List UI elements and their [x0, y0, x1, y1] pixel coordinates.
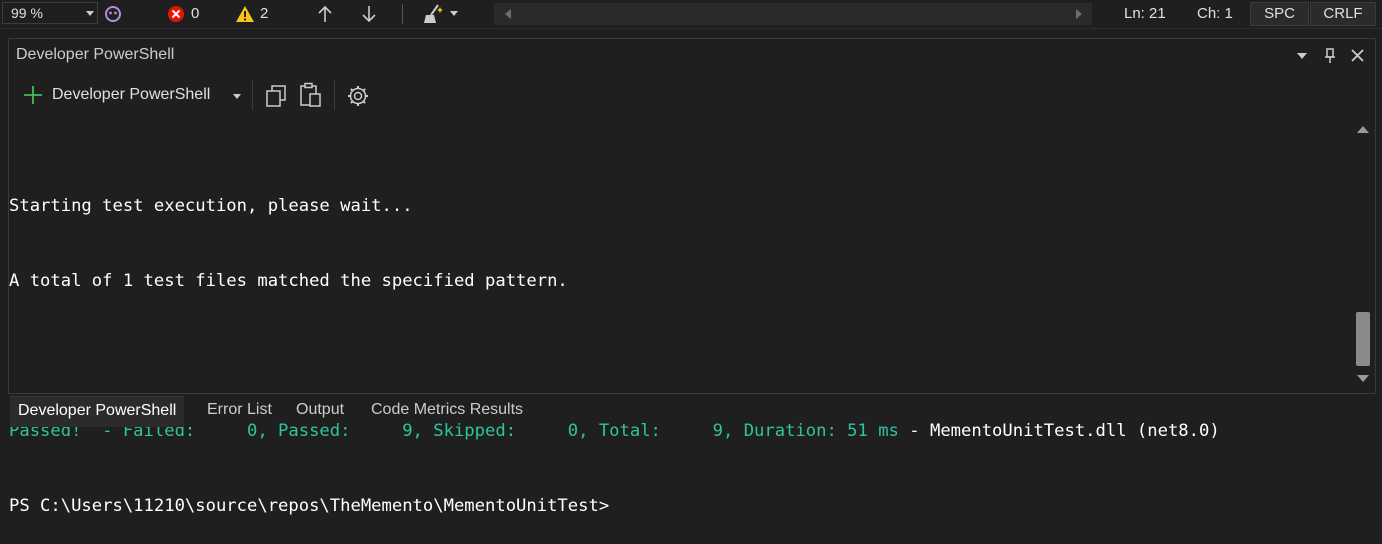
code-cleanup-broom-icon[interactable] [422, 3, 446, 30]
close-icon[interactable] [1350, 48, 1365, 68]
toolbar-separator [334, 80, 335, 110]
copy-icon[interactable] [265, 84, 289, 113]
crlf-button[interactable]: CRLF [1310, 2, 1376, 26]
scroll-down-icon[interactable] [1357, 375, 1369, 382]
tab-developer-powershell[interactable]: Developer PowerShell [10, 396, 185, 427]
error-count[interactable]: 0 [191, 0, 199, 28]
window-menu-chevron-icon[interactable] [1297, 53, 1307, 59]
scroll-up-icon[interactable] [1357, 126, 1369, 133]
prompt-line[interactable]: PS C:\Users\11210\source\repos\TheMement… [9, 494, 1349, 519]
tab-code-metrics-results[interactable]: Code Metrics Results [371, 396, 523, 426]
tab-output[interactable]: Output [296, 396, 344, 426]
tab-error-list[interactable]: Error List [207, 396, 272, 426]
profile-dropdown[interactable]: Developer PowerShell [52, 86, 210, 104]
copilot-icon[interactable] [102, 4, 124, 29]
scroll-right-icon[interactable] [1076, 9, 1082, 19]
vertical-scrollbar[interactable] [1352, 120, 1374, 388]
new-terminal-plus-icon[interactable] [23, 85, 43, 110]
zoom-select[interactable]: 99 % [2, 2, 98, 24]
divider [402, 4, 403, 24]
terminal-output[interactable]: Starting test execution, please wait... … [9, 144, 1349, 544]
scroll-left-icon[interactable] [505, 9, 511, 19]
horizontal-scrollbar[interactable] [494, 3, 1092, 25]
zoom-value: 99 % [11, 5, 43, 21]
terminal-line: Starting test execution, please wait... [9, 196, 413, 216]
warning-count[interactable]: 2 [260, 0, 268, 28]
paste-icon[interactable] [299, 82, 323, 113]
test-result-assembly: - MementoUnitTest.dll (net8.0) [898, 421, 1220, 441]
toolbar-separator [252, 80, 253, 110]
column-number[interactable]: Ch: 1 [1197, 0, 1233, 28]
status-bar: 99 % 0 2 Ln: 21 Ch: 1 SPC CRLF [0, 0, 1382, 29]
chevron-down-icon[interactable] [233, 94, 241, 99]
settings-gear-icon[interactable] [346, 84, 370, 113]
terminal-line: A total of 1 test files matched the spec… [9, 271, 568, 291]
scrollbar-thumb[interactable] [1356, 312, 1370, 366]
arrow-up-icon[interactable] [317, 5, 333, 28]
panel-title: Developer PowerShell [16, 46, 175, 63]
arrow-down-icon[interactable] [361, 5, 377, 28]
spc-button[interactable]: SPC [1250, 2, 1309, 26]
chevron-down-icon[interactable] [450, 11, 458, 16]
warning-icon[interactable] [235, 5, 255, 28]
line-number[interactable]: Ln: 21 [1124, 0, 1166, 28]
pin-icon[interactable] [1323, 48, 1337, 69]
chevron-down-icon [86, 11, 94, 16]
error-icon[interactable] [167, 5, 185, 28]
